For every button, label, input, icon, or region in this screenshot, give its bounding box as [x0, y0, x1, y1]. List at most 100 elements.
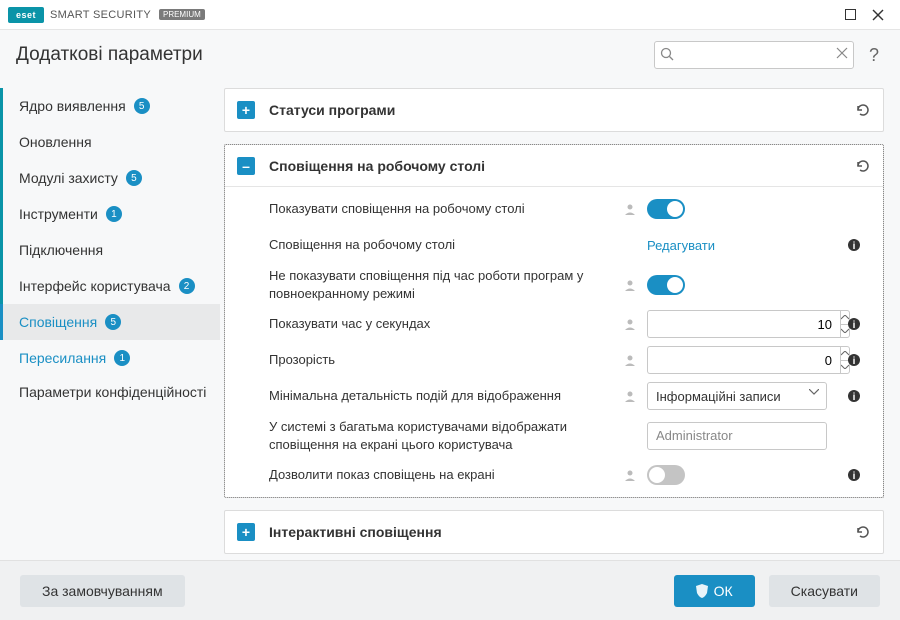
row-label: Не показувати сповіщення під час роботи … [269, 267, 623, 302]
sidebar-item-badge: 5 [126, 170, 142, 186]
collapse-icon: – [237, 157, 255, 175]
row-fullscreen-suppress: Не показувати сповіщення під час роботи … [225, 263, 883, 306]
defaults-button[interactable]: За замовчуванням [20, 575, 185, 607]
window-maximize-button[interactable] [836, 1, 864, 29]
panel-title: Інтерактивні сповіщення [269, 524, 855, 540]
shield-icon [696, 584, 708, 598]
sidebar-item-protection[interactable]: Модулі захисту 5 [0, 160, 220, 196]
row-label: Показувати час у секундах [269, 315, 623, 333]
toggle-fullscreen-suppress[interactable] [647, 275, 685, 295]
page-title: Додаткові параметри [16, 44, 203, 66]
undo-icon [855, 158, 871, 174]
sidebar-item-label: Інструменти [19, 206, 98, 222]
toggle-allow-screen[interactable] [647, 465, 685, 485]
main: Ядро виявлення 5 Оновлення Модулі захист… [0, 80, 900, 560]
ok-button[interactable]: ОК [674, 575, 755, 607]
sidebar-item-forwarding[interactable]: Пересилання 1 [0, 340, 220, 376]
undo-button[interactable] [855, 524, 871, 540]
undo-icon [855, 524, 871, 540]
undo-button[interactable] [855, 102, 871, 118]
user-icon [623, 353, 637, 367]
row-allow-screen: Дозволити показ сповіщень на екрані i [225, 457, 883, 493]
row-multiuser: У системі з багатьма користувачами відоб… [225, 414, 883, 457]
window-close-button[interactable] [864, 1, 892, 29]
brand: eset SMART SECURITY PREMIUM [8, 7, 205, 23]
sidebar-item-badge: 5 [105, 314, 121, 330]
row-opacity: Прозорість i [225, 342, 883, 378]
row-display-seconds: Показувати час у секундах i [225, 306, 883, 342]
user-icon [623, 317, 637, 331]
row-label: Дозволити показ сповіщень на екрані [269, 466, 623, 484]
svg-text:i: i [853, 241, 856, 252]
sidebar-item-notifications[interactable]: Сповіщення 5 [0, 304, 220, 340]
info-icon: i [847, 468, 861, 482]
row-label: Сповіщення на робочому столі [269, 236, 647, 254]
info-button[interactable]: i [847, 389, 871, 403]
content: + Статуси програми – Сповіщення на робоч… [220, 80, 900, 560]
user-icon [623, 278, 637, 292]
row-label: Мінімальна детальність подій для відобра… [269, 387, 623, 405]
panel-interactive-notifications: + Інтерактивні сповіщення [224, 510, 884, 554]
verbosity-select[interactable]: Інформаційні записи [647, 382, 827, 410]
sidebar-item-label: Інтерфейс користувача [19, 278, 171, 294]
brand-badge: PREMIUM [159, 9, 205, 20]
svg-text:i: i [853, 320, 856, 331]
panel-app-statuses: + Статуси програми [224, 88, 884, 132]
search-clear-button[interactable] [836, 47, 848, 59]
info-icon: i [847, 317, 861, 331]
sidebar-item-tools[interactable]: Інструменти 1 [0, 196, 220, 232]
row-label: Показувати сповіщення на робочому столі [269, 200, 623, 218]
close-icon [872, 9, 884, 21]
edit-link[interactable]: Редагувати [647, 238, 715, 253]
toggle-show-desktop[interactable] [647, 199, 685, 219]
ok-label: ОК [714, 583, 733, 599]
seconds-input[interactable] [647, 310, 840, 338]
panel-title: Сповіщення на робочому столі [269, 158, 855, 174]
expand-icon: + [237, 101, 255, 119]
svg-text:i: i [853, 471, 856, 482]
panel-body: Показувати сповіщення на робочому столі … [225, 187, 883, 497]
undo-icon [855, 102, 871, 118]
panel-header[interactable]: + Статуси програми [225, 89, 883, 131]
sidebar-item-badge: 5 [134, 98, 150, 114]
panel-header[interactable]: – Сповіщення на робочому столі [225, 145, 883, 187]
expand-icon: + [237, 523, 255, 541]
info-icon: i [847, 389, 861, 403]
sidebar-item-label: Параметри конфіденційності [19, 384, 206, 400]
chevron-down-icon [809, 389, 819, 395]
sidebar-item-label: Підключення [19, 242, 103, 258]
sidebar-item-update[interactable]: Оновлення [0, 124, 220, 160]
cancel-button[interactable]: Скасувати [769, 575, 880, 607]
search-input[interactable] [654, 41, 854, 69]
header: Додаткові параметри ? [0, 30, 900, 80]
info-button[interactable]: i [847, 353, 871, 367]
sidebar: Ядро виявлення 5 Оновлення Модулі захист… [0, 80, 220, 560]
info-icon: i [847, 353, 861, 367]
row-verbosity: Мінімальна детальність подій для відобра… [225, 378, 883, 414]
sidebar-item-ui[interactable]: Інтерфейс користувача 2 [0, 268, 220, 304]
undo-button[interactable] [855, 158, 871, 174]
sidebar-item-badge: 1 [106, 206, 122, 222]
search-icon [660, 47, 674, 61]
help-button[interactable]: ? [864, 45, 884, 66]
sidebar-item-connection[interactable]: Підключення [0, 232, 220, 268]
info-button[interactable]: i [847, 468, 871, 482]
search-wrap [654, 41, 854, 69]
sidebar-item-badge: 1 [114, 350, 130, 366]
info-icon: i [847, 238, 861, 252]
info-button[interactable]: i [847, 317, 871, 331]
user-icon [623, 468, 637, 482]
row-label: У системі з багатьма користувачами відоб… [269, 418, 647, 453]
opacity-input[interactable] [647, 346, 840, 374]
row-label: Прозорість [269, 351, 623, 369]
sidebar-item-privacy[interactable]: Параметри конфіденційності [0, 376, 220, 408]
multiuser-input[interactable] [647, 422, 827, 450]
sidebar-item-detection-core[interactable]: Ядро виявлення 5 [0, 88, 220, 124]
sidebar-item-label: Сповіщення [19, 314, 97, 330]
svg-text:i: i [853, 356, 856, 367]
user-icon [623, 202, 637, 216]
sidebar-item-badge: 2 [179, 278, 195, 294]
sidebar-item-label: Модулі захисту [19, 170, 118, 186]
info-button[interactable]: i [847, 238, 871, 252]
panel-header[interactable]: + Інтерактивні сповіщення [225, 511, 883, 553]
